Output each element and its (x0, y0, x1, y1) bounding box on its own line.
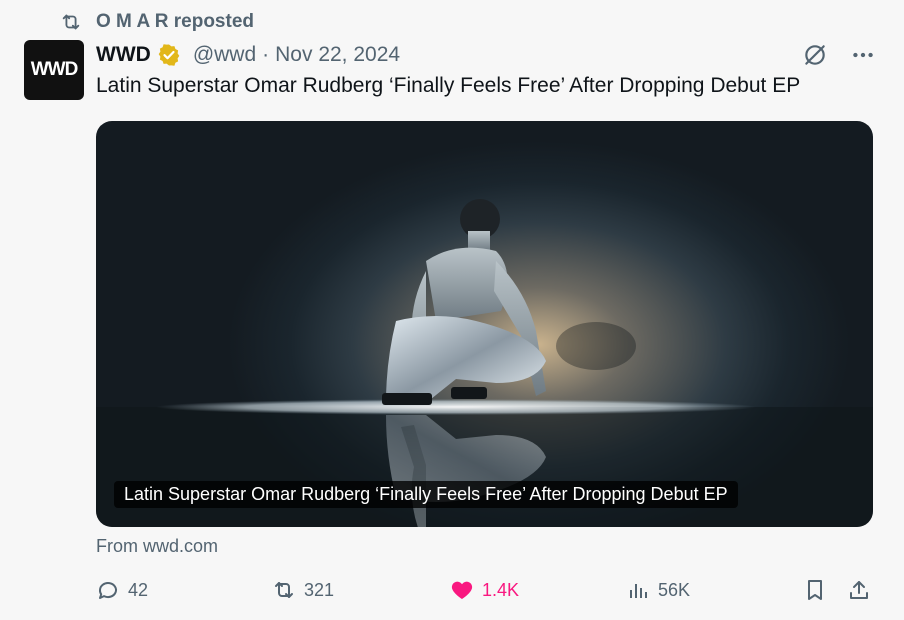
tweet-text: Latin Superstar Omar Rudberg ‘Finally Fe… (96, 74, 801, 97)
reply-count: 42 (128, 579, 149, 600)
share-icon (850, 581, 868, 599)
grok-icon[interactable] (802, 42, 828, 68)
analytics-icon (630, 584, 647, 598)
repost-label[interactable]: O M A R reposted (96, 11, 254, 33)
reply-button[interactable]: 42 (96, 578, 148, 602)
card-source[interactable]: From wwd.com (96, 536, 218, 557)
tweet-date[interactable]: Nov 22, 2024 (275, 43, 400, 67)
author-name[interactable]: WWD (96, 43, 151, 67)
avatar[interactable]: WWD (24, 40, 84, 100)
bookmark-button[interactable] (803, 578, 827, 602)
card-photo (96, 199, 873, 527)
more-options-icon[interactable] (850, 42, 876, 68)
repost-icon (62, 14, 80, 30)
link-card[interactable]: Latin Superstar Omar Rudberg ‘Finally Fe… (96, 121, 873, 527)
tweet-actions: 42 321 1.4K 56K (96, 578, 876, 608)
share-button[interactable] (847, 578, 871, 602)
tweet-header: WWD @wwd · Nov 22, 2024 (96, 41, 400, 69)
repost-button[interactable]: 321 (272, 578, 334, 602)
heart-filled-icon (451, 581, 473, 599)
repost-indicator: O M A R reposted (60, 10, 254, 34)
card-caption: Latin Superstar Omar Rudberg ‘Finally Fe… (114, 481, 738, 508)
like-button[interactable]: 1.4K (450, 578, 519, 602)
author-handle[interactable]: @wwd (193, 43, 256, 67)
repost-icon (275, 582, 293, 598)
view-count: 56K (658, 579, 691, 600)
tweet-top-actions (802, 42, 876, 68)
views-button[interactable]: 56K (626, 578, 690, 602)
separator-dot: · (262, 43, 270, 66)
verified-badge-icon (158, 44, 180, 66)
avatar-logo-text: WWD (30, 59, 79, 80)
repost-count: 321 (304, 579, 335, 600)
like-count: 1.4K (482, 579, 520, 600)
bookmark-icon (808, 580, 822, 600)
reply-icon (98, 582, 117, 599)
